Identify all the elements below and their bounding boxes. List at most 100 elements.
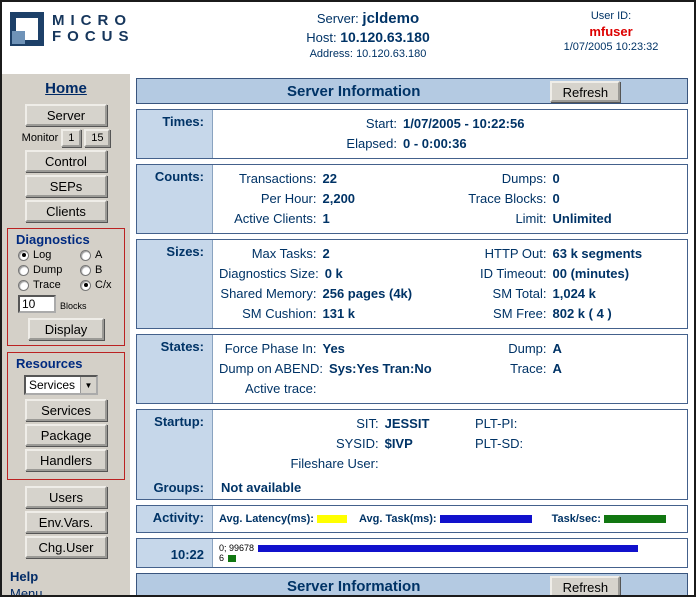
address-label: Address: [310,48,353,60]
startup-row: SIT:JESSIT PLT-PI: [219,414,679,434]
field-label: SM Cushion: [219,304,323,324]
startup-row: SYSID:$IVP PLT-SD: [219,434,679,454]
display-button[interactable]: Display [28,318,104,340]
field-value: 2,200 [323,189,450,209]
main-content: Server Information Refresh Times: Start:… [130,74,694,595]
monitor-count-button[interactable]: 15 [84,129,110,147]
radio-a-icon[interactable] [80,250,91,261]
chart-line-1: 0; 99678 [219,543,679,553]
control-button[interactable]: Control [25,150,107,172]
footer-refresh-button[interactable]: Refresh [550,576,620,597]
radio-cx-label: C/x [95,279,112,291]
logo-text: MICRO FOCUS [52,13,135,45]
diagnostics-title: Diagnostics [10,232,122,249]
page-header: MICRO FOCUS Server: jcldemo Host: 10.120… [2,2,694,74]
field-value: A [553,339,680,359]
radio-cx-icon[interactable] [80,280,91,291]
startup-section-label: Startup: [137,414,204,429]
server-label: Server: [317,11,359,26]
server-information-header: Server Information Refresh [136,78,688,104]
times-start-row: Start: 1/07/2005 - 10:22:56 [219,114,679,134]
radio-b-label: B [95,264,102,276]
field-label [449,379,553,399]
radio-a[interactable]: A [80,249,124,261]
clients-button[interactable]: Clients [25,200,107,222]
field-value [481,454,679,474]
states-section: States: Force Phase In:Yes Dump:A Dump o… [136,334,688,404]
chevron-down-icon[interactable]: ▼ [80,377,96,393]
field-value: $IVP [385,434,449,454]
micro-focus-logo: MICRO FOCUS [10,8,200,46]
field-label: Diagnostics Size: [219,264,325,284]
radio-b[interactable]: B [80,264,124,276]
handlers-button[interactable]: Handlers [25,449,107,471]
startup-row: Fileshare User: [219,454,679,474]
radio-cx[interactable]: C/x [80,279,124,291]
blocks-input[interactable] [18,295,56,313]
radio-dump-icon[interactable] [18,265,29,276]
user-id-label: User ID: [536,10,686,22]
radio-log-label: Log [33,249,51,261]
menu-link[interactable]: Menu [2,584,130,597]
activity-section-label: Activity: [137,506,213,532]
logo-line1: MICRO [52,13,135,29]
counts-row: Transactions:22 Dumps:0 [219,169,679,189]
field-value: Unlimited [553,209,680,229]
home-link[interactable]: Home [45,80,87,97]
field-value: 0 k [325,264,449,284]
radio-b-icon[interactable] [80,265,91,276]
radio-log-icon[interactable] [18,250,29,261]
field-value: 1,024 k [553,284,680,304]
radio-log[interactable]: Log [18,249,80,261]
footer-title: Server Information [287,578,420,595]
resources-title: Resources [10,356,122,373]
seps-button[interactable]: SEPs [25,175,107,197]
users-button[interactable]: Users [25,486,107,508]
counts-section: Counts: Transactions:22 Dumps:0 Per Hour… [136,164,688,234]
host-line: Host: 10.120.63.180 [200,27,536,45]
field-value: JESSIT [385,414,449,434]
activity-legend: Avg. Latency(ms): Avg. Task(ms): Task/se… [219,510,679,528]
field-value: 63 k segments [553,244,680,264]
field-value: A [553,359,680,379]
field-value: 0 [553,189,680,209]
host-label: Host: [306,30,336,45]
chart-line1-value: 0; 99678 [219,543,254,553]
env-vars-button[interactable]: Env.Vars. [25,511,107,533]
package-button[interactable]: Package [25,424,107,446]
chart-line-2: 6 [219,553,679,563]
change-user-button[interactable]: Chg.User [25,536,107,558]
field-value: 802 k ( 4 ) [553,304,680,324]
server-button[interactable]: Server [25,104,107,126]
monitor-interval-button[interactable]: 1 [61,129,81,147]
task-per-sec-bar [228,555,236,562]
field-value: 1 [323,209,450,229]
states-row: Dump on ABEND:Sys:Yes Tran:No Trace:A [219,359,679,379]
chart-line2-value: 6 [219,553,224,563]
sizes-row: Shared Memory:256 pages (4k) SM Total:1,… [219,284,679,304]
field-label: HTTP Out: [449,244,553,264]
field-label: PLT-SD: [449,434,529,454]
counts-section-label: Counts: [137,165,213,233]
address-value: 10.120.63.180 [356,48,426,60]
radio-a-label: A [95,249,102,261]
field-label: Start: [219,114,403,134]
resources-select[interactable]: Services ▼ [24,375,98,395]
legend-latency: Avg. Latency(ms): [219,513,347,525]
field-label: Limit: [449,209,553,229]
radio-trace[interactable]: Trace [18,279,80,291]
field-label: SIT: [219,414,385,434]
radio-dump[interactable]: Dump [18,264,80,276]
address-line: Address: 10.120.63.180 [200,45,536,60]
radio-trace-icon[interactable] [18,280,29,291]
diagnostics-panel: Diagnostics Log A Dump [7,228,125,346]
field-label: PLT-PI: [449,414,523,434]
blocks-row: Blocks [10,291,122,316]
refresh-button[interactable]: Refresh [550,81,620,102]
field-value [553,379,680,399]
field-value: 1/07/2005 - 10:22:56 [403,114,679,134]
field-label: Trace Blocks: [449,189,553,209]
field-label: Trace: [449,359,553,379]
field-label: Fileshare User: [219,454,385,474]
services-button[interactable]: Services [25,399,107,421]
